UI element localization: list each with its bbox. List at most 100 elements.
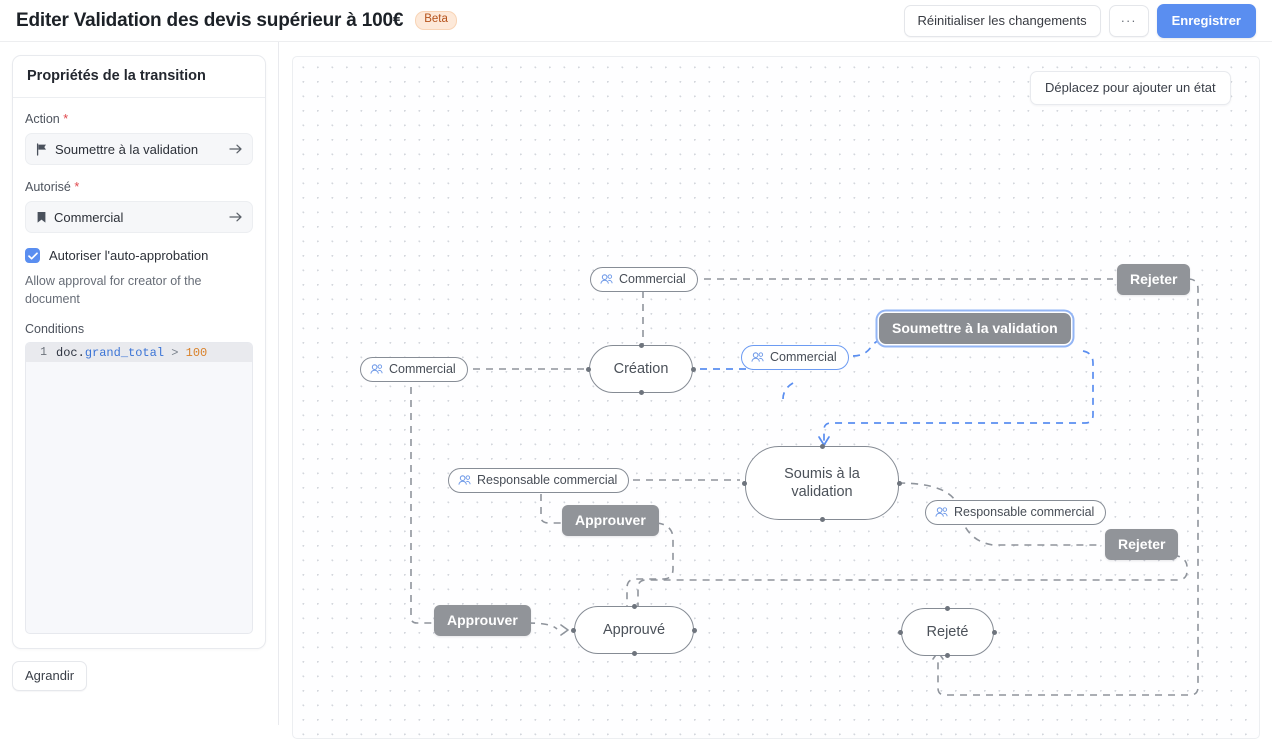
role-pill-commercial-top[interactable]: Commercial	[590, 267, 698, 292]
handle-left[interactable]	[742, 481, 747, 486]
add-state-hint: Déplacez pour ajouter un état	[1030, 71, 1231, 105]
conditions-code-editor[interactable]: 1 doc.grand_total > 100	[25, 342, 253, 635]
beta-badge: Beta	[415, 11, 457, 30]
workflow-edges	[410, 278, 1199, 696]
panel-body: Action * Soumettre à la validation Autor…	[13, 98, 265, 648]
handle-top[interactable]	[820, 444, 825, 449]
role-pill-commercial-left[interactable]: Commercial	[360, 357, 468, 382]
action-field-label: Action *	[25, 112, 253, 126]
arrow-right-icon	[229, 211, 243, 223]
page-title: Editer Validation des devis supérieur à …	[16, 9, 404, 31]
handle-right[interactable]	[897, 481, 902, 486]
action-label: Rejeter	[1130, 271, 1178, 287]
edge-resp-left-to-approuver	[540, 494, 561, 524]
action-label-text: Action	[25, 112, 60, 126]
authorized-select[interactable]: Commercial	[25, 201, 253, 233]
authorized-field-label: Autorisé *	[25, 180, 253, 194]
role-label: Responsable commercial	[954, 505, 1095, 519]
action-badge-approuver-mid[interactable]: Approuver	[562, 505, 659, 536]
users-icon	[370, 364, 383, 374]
handle-top[interactable]	[945, 606, 950, 611]
flag-icon	[36, 142, 48, 156]
code-token-object: doc.	[56, 345, 85, 360]
state-node-creation[interactable]: Création	[586, 343, 696, 395]
handle-bottom[interactable]	[639, 390, 644, 395]
users-icon	[600, 274, 613, 284]
arrow-right-icon	[229, 143, 243, 155]
edge-approuver-mid-to-approuve	[626, 522, 674, 615]
action-select-value: Soumettre à la validation	[55, 141, 199, 157]
code-content: doc.grand_total > 100	[56, 346, 207, 360]
state-label: Approuvé	[602, 621, 666, 638]
sidebar: Propriétés de la transition Action * Sou…	[0, 42, 279, 725]
more-options-button[interactable]: ···	[1108, 4, 1149, 37]
role-pill-responsable-left[interactable]: Responsable commercial	[448, 468, 630, 493]
authorized-required-marker: *	[74, 180, 80, 194]
arrow-right-approuve	[560, 624, 569, 636]
edge-soumettre-to-soumis-selected	[823, 350, 1094, 442]
state-label: Soumis à la validation	[784, 465, 860, 500]
edge-commercial-right-down-selected	[782, 382, 794, 400]
handle-right[interactable]	[992, 630, 997, 635]
users-icon	[935, 507, 948, 517]
code-token-operator: >	[164, 345, 186, 360]
code-line: 1 doc.grand_total > 100	[26, 343, 252, 363]
workflow-canvas[interactable]: Déplacez pour ajouter un état Création S…	[292, 56, 1260, 739]
users-icon	[458, 475, 471, 485]
top-bar-actions: Réinitialiser les changements ··· Enregi…	[903, 3, 1256, 38]
panel-title: Propriétés de la transition	[27, 68, 206, 84]
bookmark-icon	[36, 211, 47, 224]
state-node-approuve[interactable]: Approuvé	[571, 604, 697, 656]
role-pill-commercial-right[interactable]: Commercial	[741, 345, 849, 370]
users-icon	[751, 352, 764, 362]
action-label: Approuver	[575, 512, 646, 528]
action-label: Rejeter	[1118, 536, 1166, 552]
code-token-property: grand_total	[84, 345, 165, 360]
handle-top[interactable]	[632, 604, 637, 609]
role-label: Commercial	[770, 350, 837, 364]
role-pill-responsable-right[interactable]: Responsable commercial	[925, 500, 1107, 525]
conditions-label: Conditions	[25, 322, 85, 337]
action-badge-rejeter-mid[interactable]: Rejeter	[1105, 529, 1179, 560]
handle-left[interactable]	[586, 367, 591, 372]
handle-top[interactable]	[639, 343, 644, 348]
role-label: Commercial	[389, 362, 456, 376]
state-label: Rejeté	[926, 623, 969, 640]
handle-right[interactable]	[692, 628, 697, 633]
panel-header: Propriétés de la transition	[13, 56, 265, 98]
edge-commercial-left-spine	[410, 387, 433, 624]
action-label: Approuver	[447, 612, 518, 628]
save-button[interactable]: Enregistrer	[1156, 3, 1256, 38]
action-badge-approuver-bottom[interactable]: Approuver	[434, 605, 531, 636]
handle-bottom[interactable]	[632, 651, 637, 656]
canvas-wrapper: Déplacez pour ajouter un état Création S…	[280, 42, 1272, 739]
authorized-select-value: Commercial	[54, 209, 124, 225]
state-node-rejete[interactable]: Rejeté	[898, 606, 997, 658]
action-required-marker: *	[63, 112, 69, 126]
self-approval-checkbox[interactable]	[25, 248, 40, 263]
line-number: 1	[40, 346, 47, 360]
action-badge-soumettre[interactable]: Soumettre à la validation	[879, 313, 1071, 344]
self-approval-row[interactable]: Autoriser l'auto-approbation	[25, 248, 253, 263]
handle-bottom[interactable]	[820, 517, 825, 522]
action-label: Soumettre à la validation	[892, 320, 1058, 336]
state-node-soumis[interactable]: Soumis à la validation	[742, 444, 902, 522]
role-label: Responsable commercial	[477, 473, 618, 487]
action-badge-rejeter-top[interactable]: Rejeter	[1117, 264, 1191, 295]
handle-left[interactable]	[898, 630, 903, 635]
self-approval-help: Allow approval for creator of the docume…	[25, 274, 202, 307]
handle-left[interactable]	[571, 628, 576, 633]
expand-button[interactable]: Agrandir	[12, 661, 88, 692]
action-select[interactable]: Soumettre à la validation	[25, 133, 253, 165]
handle-bottom[interactable]	[945, 653, 950, 658]
transition-properties-panel: Propriétés de la transition Action * Sou…	[12, 55, 266, 650]
authorized-label-text: Autorisé	[25, 180, 71, 194]
edge-approuver-bottom-to-approuve	[527, 622, 558, 630]
edge-rejeter-mid-to-rejete	[637, 554, 1188, 617]
check-icon	[27, 251, 38, 260]
top-bar: Editer Validation des devis supérieur à …	[0, 0, 1272, 42]
handle-right[interactable]	[691, 367, 696, 372]
reset-changes-button[interactable]: Réinitialiser les changements	[903, 4, 1101, 37]
self-approval-label: Autoriser l'auto-approbation	[49, 248, 209, 263]
code-token-number: 100	[185, 345, 208, 360]
